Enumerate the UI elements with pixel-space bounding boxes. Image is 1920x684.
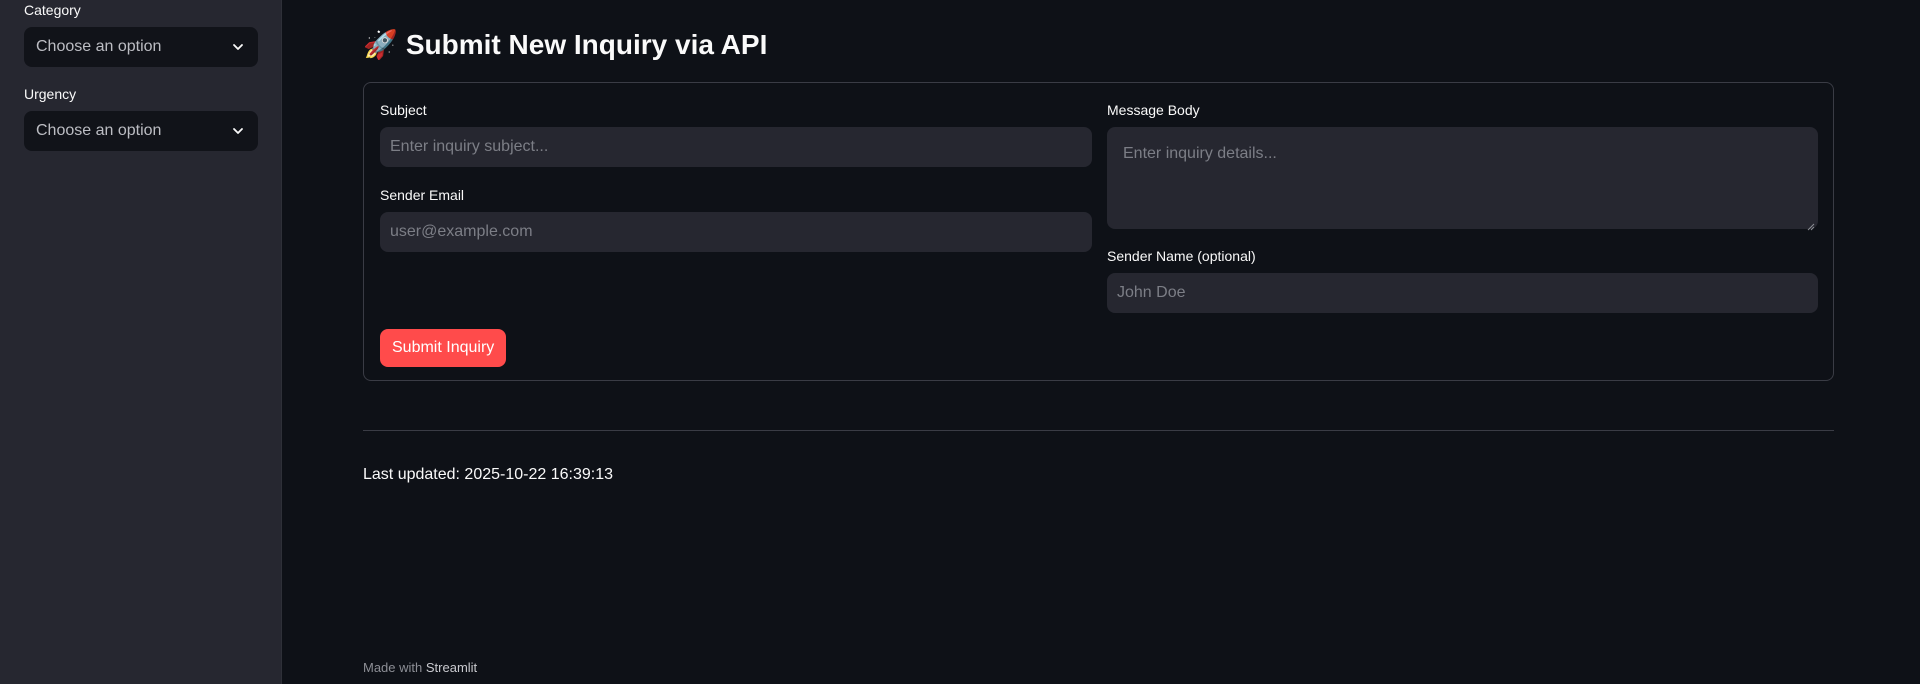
urgency-select[interactable]: Choose an option [24,111,258,151]
inquiry-form: Subject Enter inquiry subject... Sender … [363,82,1834,381]
urgency-select-value: Choose an option [36,122,162,139]
app-window: Category Choose an option Urgency Choose… [0,0,1920,684]
page-title: 🚀 Submit New Inquiry via API [363,28,767,61]
main-content: 🚀 Submit New Inquiry via API Subject Ent… [283,0,1920,684]
page-title-text: Submit New Inquiry via API [405,28,768,60]
resize-grip-icon[interactable] [1807,218,1815,231]
rocket-icon: 🚀 [363,29,398,60]
footer-prefix: Made with [363,660,423,675]
urgency-field: Urgency Choose an option [24,85,258,151]
category-field: Category Choose an option [24,1,258,67]
divider [363,430,1834,431]
streamlit-link[interactable]: Streamlit [426,660,477,675]
footer: Made with Streamlit [363,660,477,675]
chevron-down-icon [230,123,246,139]
message-body-label: Message Body [1107,102,1200,118]
message-body-textarea[interactable]: Enter inquiry details... [1107,127,1818,231]
sender-name-label: Sender Name (optional) [1107,248,1256,264]
subject-input[interactable]: Enter inquiry subject... [380,127,1092,167]
sender-name-input[interactable]: John Doe [1107,273,1818,313]
category-select-value: Choose an option [36,38,162,55]
sender-email-label: Sender Email [380,187,465,203]
message-body-field: Message Body Enter inquiry details... [1107,101,1818,231]
category-label: Category [24,2,81,18]
message-body-placeholder: Enter inquiry details... [1123,145,1277,162]
sender-name-field: Sender Name (optional) John Doe [1107,247,1818,313]
chevron-down-icon [230,39,246,55]
subject-label: Subject [380,102,427,118]
subject-field: Subject Enter inquiry subject... [380,101,1092,167]
urgency-label: Urgency [24,86,77,102]
sender-email-input[interactable]: user@example.com [380,212,1092,252]
category-select[interactable]: Choose an option [24,27,258,67]
submit-inquiry-button[interactable]: Submit Inquiry [380,329,507,367]
sender-email-field: Sender Email user@example.com [380,186,1092,252]
sidebar: Category Choose an option Urgency Choose… [0,0,282,684]
last-updated-text: Last updated: 2025-10-22 16:39:13 [363,466,613,483]
